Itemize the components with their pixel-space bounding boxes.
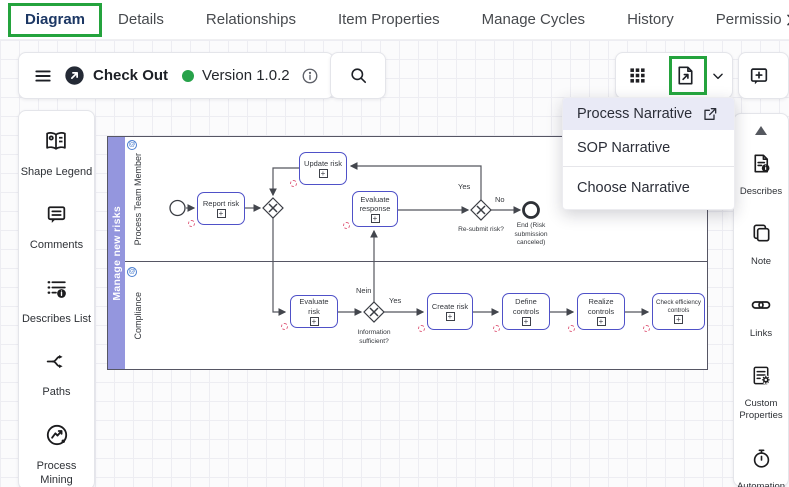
- info-icon[interactable]: [301, 67, 319, 85]
- tab-row: Details Relationships Item Properties Ma…: [118, 11, 782, 28]
- reference-indicator-icon: [568, 325, 575, 332]
- lane-label-strip: Process Team Member: [125, 137, 151, 261]
- pool-header-band[interactable]: Manage new risks: [108, 137, 125, 369]
- view-tools-group: [615, 52, 733, 99]
- version-status-dot: [182, 70, 194, 82]
- scroll-up-icon[interactable]: [755, 122, 767, 140]
- task-define-controls[interactable]: Define controls +: [502, 293, 550, 330]
- links-icon: [749, 293, 773, 322]
- automation-icon: [750, 447, 773, 475]
- diagram-toolbar: Check Out Version 1.0.2: [18, 52, 334, 99]
- tab-manage-cycles[interactable]: Manage Cycles: [482, 11, 585, 28]
- reference-indicator-icon: [290, 180, 297, 187]
- lane-label: Process Team Member: [133, 153, 143, 245]
- right-tool-panel: Describes Note Links Custom Properties A…: [733, 113, 789, 487]
- subprocess-marker-icon: +: [674, 315, 683, 324]
- subprocess-marker-icon: +: [310, 317, 319, 326]
- search-button[interactable]: [330, 52, 386, 99]
- note-icon: [750, 222, 773, 250]
- comment-plus-icon: [748, 65, 770, 87]
- subprocess-marker-icon: +: [217, 209, 226, 218]
- reference-indicator-icon: [188, 220, 195, 227]
- task-realize-controls[interactable]: Realize controls +: [577, 293, 625, 330]
- reference-indicator-icon: [643, 325, 650, 332]
- external-link-icon: [702, 106, 718, 122]
- describes-list-icon: [44, 276, 69, 306]
- tabs-overflow-chevron-icon[interactable]: [782, 12, 789, 28]
- panel-item-custom-properties[interactable]: Custom Properties: [734, 364, 788, 423]
- narrative-document-icon[interactable]: [674, 64, 697, 87]
- left-tool-panel: Shape Legend Comments Describes List Pat…: [18, 110, 95, 487]
- tab-history[interactable]: History: [627, 11, 674, 28]
- panel-item-process-mining[interactable]: Process Mining: [19, 422, 94, 487]
- panel-item-shape-legend[interactable]: Shape Legend: [21, 128, 93, 179]
- hamburger-menu-icon[interactable]: [33, 66, 53, 86]
- task-evaluate-response[interactable]: Evaluate response +: [352, 191, 398, 227]
- search-icon: [349, 66, 368, 85]
- describes-icon: [750, 152, 773, 180]
- reference-indicator-icon: [281, 323, 288, 330]
- narrative-dropdown-menu: Process Narrative SOP Narrative Choose N…: [562, 97, 735, 210]
- version-label: Version 1.0.2: [202, 67, 290, 84]
- panel-item-describes-list[interactable]: Describes List: [22, 276, 91, 326]
- task-update-risk[interactable]: Update risk +: [299, 152, 347, 185]
- subprocess-marker-icon: +: [597, 317, 606, 326]
- check-out-button[interactable]: Check Out: [93, 67, 168, 84]
- tab-relationships[interactable]: Relationships: [206, 11, 296, 28]
- add-comment-button[interactable]: [738, 52, 789, 99]
- process-mining-icon: [44, 422, 70, 453]
- check-out-icon[interactable]: [64, 65, 85, 86]
- menu-item-choose-narrative[interactable]: Choose Narrative: [563, 167, 734, 209]
- reference-indicator-icon: [418, 325, 425, 332]
- grid-view-icon[interactable]: [629, 67, 646, 84]
- annotation-box-diagram-tab: Diagram: [8, 3, 102, 37]
- subprocess-marker-icon: +: [319, 169, 328, 178]
- panel-item-comments[interactable]: Comments: [30, 202, 83, 252]
- menu-item-process-narrative[interactable]: Process Narrative: [563, 98, 734, 130]
- subprocess-marker-icon: +: [371, 214, 380, 223]
- tab-bar: Diagram Details Relationships Item Prope…: [0, 0, 789, 40]
- tab-permissions[interactable]: Permissio: [716, 11, 782, 28]
- tab-item-properties[interactable]: Item Properties: [338, 11, 440, 28]
- reference-indicator-icon: [343, 222, 350, 229]
- shape-legend-icon: [43, 128, 69, 159]
- end-event-label: End (Risk submission canceled): [503, 222, 559, 248]
- task-check-efficiency-controls[interactable]: Check efficiency controls +: [652, 293, 705, 330]
- tab-diagram[interactable]: Diagram: [25, 11, 85, 28]
- lane-label: Compliance: [133, 292, 143, 340]
- panel-item-note[interactable]: Note: [750, 222, 773, 268]
- custom-properties-icon: [750, 364, 773, 392]
- gateway-question-label: Information sufficient?: [344, 329, 404, 346]
- task-create-risk[interactable]: Create risk +: [427, 293, 473, 330]
- lane-label-strip: Compliance: [125, 264, 151, 370]
- menu-item-sop-narrative[interactable]: SOP Narrative: [563, 130, 734, 166]
- flow-label-yes: Yes: [389, 296, 401, 305]
- comments-icon: [44, 202, 69, 232]
- task-evaluate-risk[interactable]: Evaluate risk +: [290, 295, 338, 328]
- flow-label-yes: Yes: [458, 182, 470, 191]
- subprocess-marker-icon: +: [446, 312, 455, 321]
- panel-item-links[interactable]: Links: [749, 293, 773, 340]
- reference-indicator-icon: [493, 325, 500, 332]
- flow-label-no: No: [495, 195, 505, 204]
- flow-label-nein: Nein: [356, 286, 371, 295]
- subprocess-marker-icon: +: [522, 317, 531, 326]
- task-report-risk[interactable]: Report risk +: [197, 192, 245, 225]
- chevron-down-icon[interactable]: [711, 69, 725, 83]
- panel-item-automation[interactable]: Automation: [737, 447, 785, 487]
- paths-icon: [44, 349, 69, 379]
- tab-details[interactable]: Details: [118, 11, 164, 28]
- panel-item-describes[interactable]: Describes: [740, 152, 782, 198]
- panel-item-paths[interactable]: Paths: [42, 349, 70, 399]
- pool-label: Manage new risks: [111, 206, 123, 301]
